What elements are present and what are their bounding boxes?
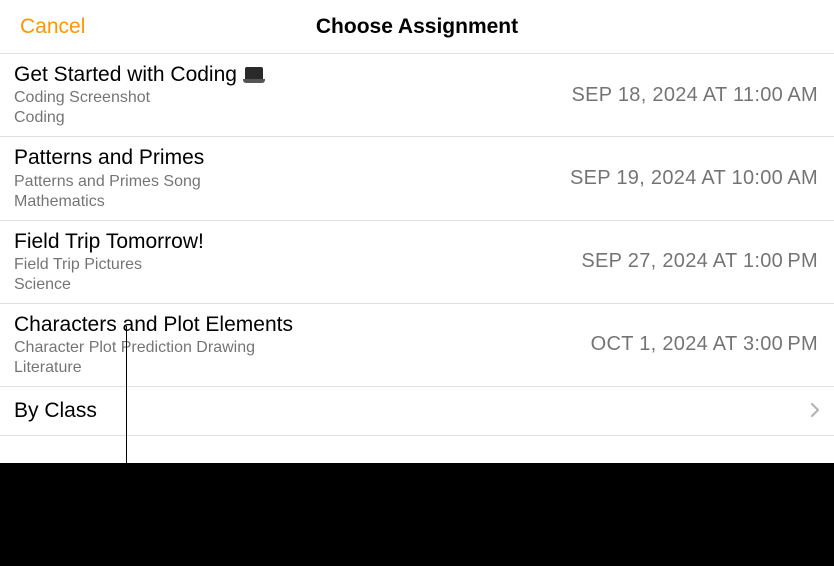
- assignment-title-text: Field Trip Tomorrow!: [14, 229, 204, 255]
- assignment-title-text: Get Started with Coding: [14, 62, 237, 88]
- assignment-subtitle: Field Trip Pictures: [14, 255, 204, 275]
- assignment-title: Patterns and Primes: [14, 145, 204, 171]
- assignment-date: OCT 1, 2024 AT 3:00 PM: [591, 333, 818, 356]
- assignment-row[interactable]: Patterns and Primes Patterns and Primes …: [0, 137, 834, 220]
- assignment-info: Get Started with Coding Coding Screensho…: [14, 62, 265, 128]
- assignment-date: SEP 19, 2024 AT 10:00 AM: [570, 167, 818, 190]
- header: Cancel Choose Assignment: [0, 0, 834, 54]
- assignment-date: SEP 27, 2024 AT 1:00 PM: [581, 250, 818, 273]
- assignment-title-text: Patterns and Primes: [14, 145, 204, 171]
- by-class-label: By Class: [14, 399, 97, 423]
- assignment-subtitle: Coding Screenshot: [14, 88, 265, 108]
- assignment-subject: Literature: [14, 358, 293, 378]
- assignment-info: Field Trip Tomorrow! Field Trip Pictures…: [14, 229, 204, 295]
- callout-line: [126, 326, 127, 496]
- assignment-title-text: Characters and Plot Elements: [14, 312, 293, 338]
- assignment-row[interactable]: Get Started with Coding Coding Screensho…: [0, 54, 834, 137]
- assignment-subtitle: Patterns and Primes Song: [14, 172, 204, 192]
- assignment-row[interactable]: Field Trip Tomorrow! Field Trip Pictures…: [0, 221, 834, 304]
- chevron-right-icon: [811, 401, 820, 422]
- assignment-subtitle: Character Plot Prediction Drawing: [14, 338, 293, 358]
- assignment-title: Characters and Plot Elements: [14, 312, 293, 338]
- assignment-info: Patterns and Primes Patterns and Primes …: [14, 145, 204, 211]
- cancel-button[interactable]: Cancel: [0, 15, 85, 39]
- assignment-info: Characters and Plot Elements Character P…: [14, 312, 293, 378]
- assignment-subject: Mathematics: [14, 192, 204, 212]
- assignment-title: Field Trip Tomorrow!: [14, 229, 204, 255]
- assignment-subject: Science: [14, 275, 204, 295]
- page-title: Choose Assignment: [0, 15, 834, 39]
- assignment-title: Get Started with Coding: [14, 62, 265, 88]
- laptop-icon: [243, 67, 265, 83]
- assignment-date: SEP 18, 2024 AT 11:00 AM: [571, 84, 818, 107]
- assignment-subject: Coding: [14, 108, 265, 128]
